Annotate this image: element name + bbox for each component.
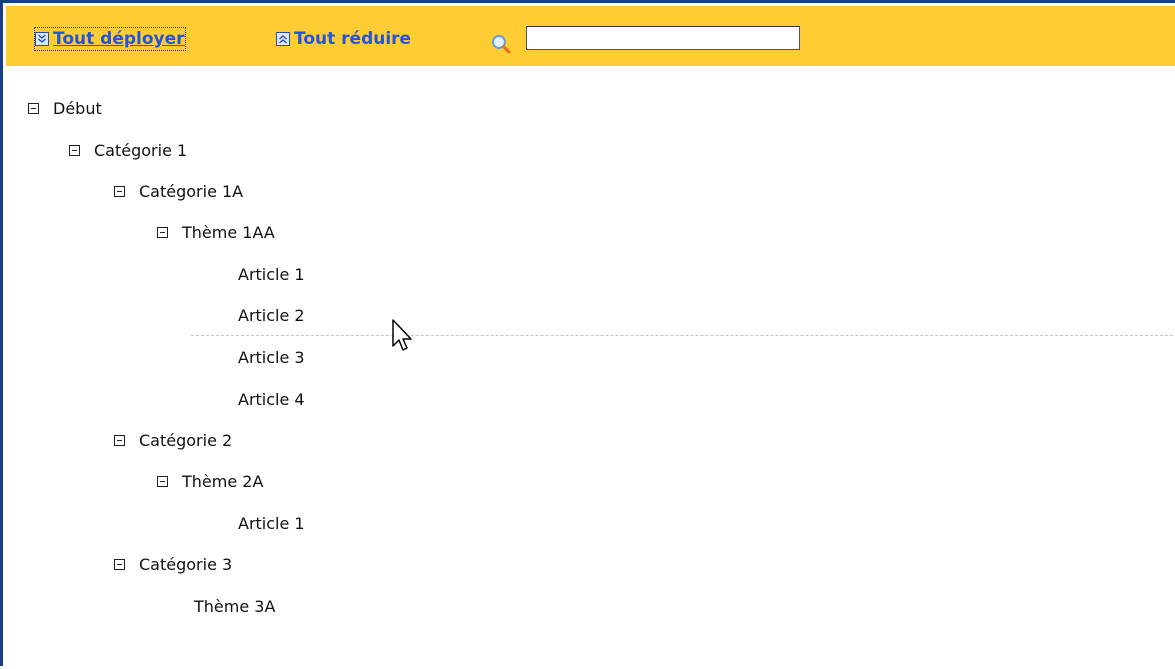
tree-view: Début Catégorie 1 Catégorie 1A Thème 1AA… [6, 66, 1175, 669]
search-icon[interactable] [490, 33, 512, 55]
tree-node-category: Catégorie 2 [114, 425, 232, 455]
tree-node-category: Catégorie 3 [114, 549, 232, 579]
tree-toolbar: Tout déployer Tout réduire [6, 6, 1175, 66]
tree-node-label[interactable]: Catégorie 1A [139, 182, 243, 201]
tree-node-article: Article 2 [238, 300, 305, 330]
collapse-all-icon [276, 32, 290, 46]
collapse-toggle-icon[interactable] [114, 185, 125, 197]
tree-node-category: Catégorie 1A [114, 176, 243, 206]
tree-node-label[interactable]: Article 1 [238, 265, 305, 284]
collapse-toggle-icon[interactable] [157, 475, 168, 487]
tree-node-label[interactable]: Début [53, 99, 102, 118]
search-input[interactable] [526, 26, 800, 50]
tree-node-article: Article 1 [238, 259, 305, 289]
tree-node-label[interactable]: Article 3 [238, 348, 305, 367]
tree-node-label[interactable]: Catégorie 3 [139, 555, 232, 574]
tree-node-label[interactable]: Thème 2A [182, 472, 263, 491]
tree-node-category: Catégorie 1 [69, 135, 187, 165]
collapse-toggle-icon[interactable] [28, 102, 39, 114]
expand-all-icon [35, 32, 49, 46]
tree-node-label[interactable]: Article 4 [238, 390, 305, 409]
expand-all-button[interactable]: Tout déployer [34, 27, 186, 51]
tree-node-article: Article 1 [238, 508, 305, 538]
tree-node-article: Article 3 [238, 342, 305, 372]
mouse-cursor-icon [392, 319, 412, 351]
tree-node-theme: Thème 2A [157, 466, 263, 496]
collapse-all-button[interactable]: Tout réduire [276, 28, 411, 50]
tree-node-label[interactable]: Article 1 [238, 514, 305, 533]
tree-panel: Tout déployer Tout réduire Début Catégor… [0, 0, 1175, 666]
tree-node-theme: Thème 1AA [157, 217, 275, 247]
tree-node-label[interactable]: Thème 1AA [182, 223, 275, 242]
expand-all-label: Tout déployer [53, 29, 185, 49]
tree-node-label[interactable]: Catégorie 2 [139, 431, 232, 450]
tree-node-label[interactable]: Thème 3A [194, 597, 275, 616]
collapse-all-label: Tout réduire [294, 29, 412, 49]
tree-node-label[interactable]: Article 2 [238, 306, 305, 325]
collapse-toggle-icon[interactable] [157, 226, 168, 238]
tree-node-root: Début [28, 93, 102, 123]
collapse-toggle-icon[interactable] [69, 144, 80, 156]
tree-node-article: Article 4 [238, 384, 305, 414]
collapse-toggle-icon[interactable] [114, 558, 125, 570]
tree-node-label[interactable]: Catégorie 1 [94, 141, 187, 160]
collapse-toggle-icon[interactable] [114, 434, 125, 446]
tree-node-theme: Thème 3A [194, 591, 275, 621]
drop-indicator-line [191, 335, 1175, 336]
